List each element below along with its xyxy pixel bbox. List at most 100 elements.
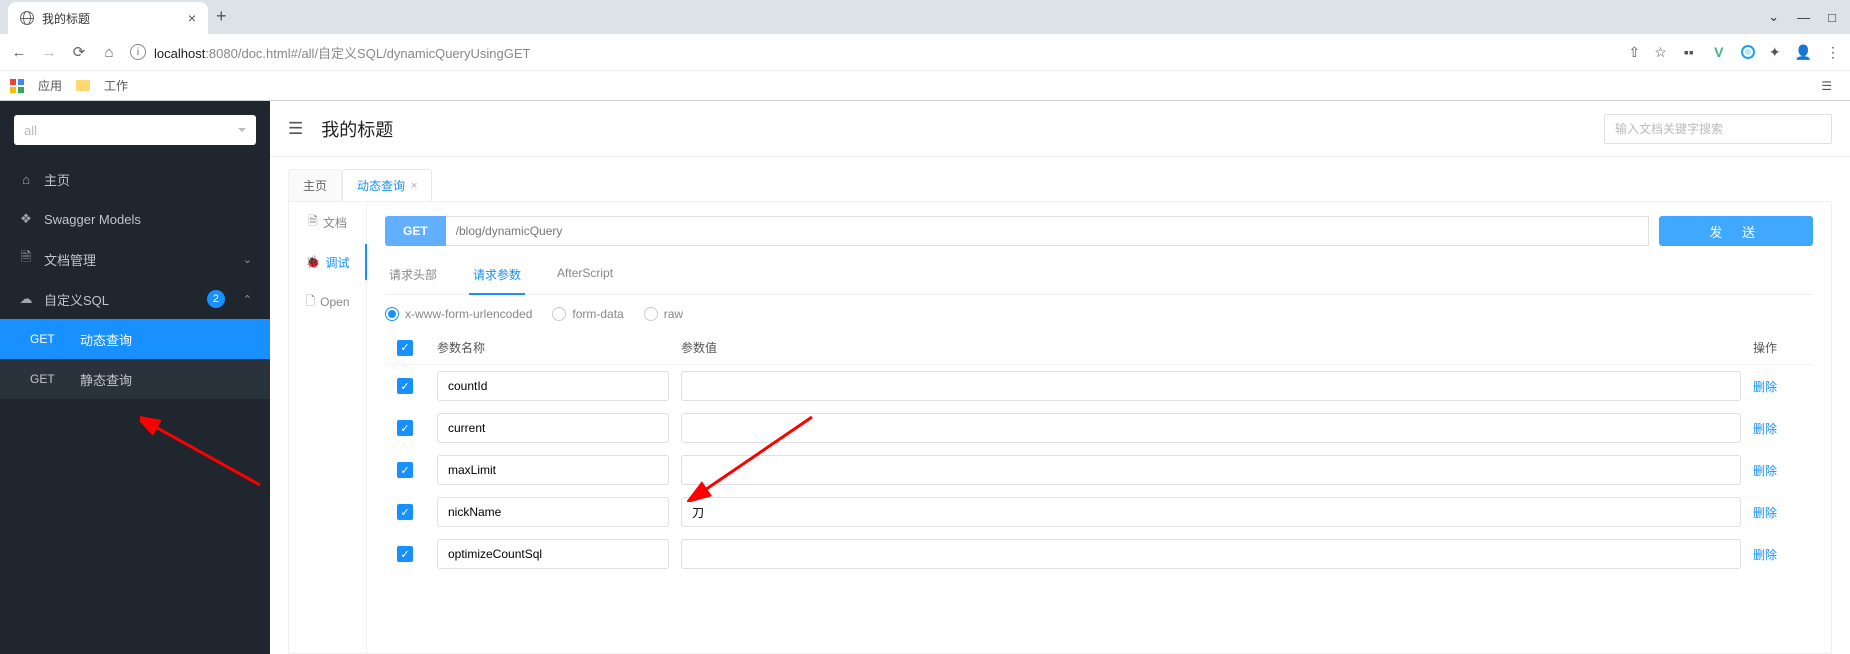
subtab-label: 调试 [325, 254, 349, 271]
param-value-input[interactable] [681, 455, 1741, 485]
forward-button[interactable]: → [40, 44, 58, 61]
globe-icon [20, 11, 34, 25]
subtab-label: Open [320, 295, 349, 309]
home-icon: ⌂ [18, 172, 34, 187]
sidebar-item-custom-sql[interactable]: ☁ 自定义SQL 2 ⌃ [0, 279, 270, 319]
url-text: localhost:8080/doc.html#/all/自定义SQL/dyna… [154, 43, 530, 62]
browser-tab[interactable]: 我的标题 × [8, 2, 208, 34]
radio-formdata[interactable]: form-data [552, 307, 623, 321]
checkbox-all[interactable] [397, 340, 413, 356]
send-button[interactable]: 发 送 [1659, 216, 1813, 246]
param-value-input[interactable] [681, 413, 1741, 443]
param-name-input[interactable] [437, 371, 669, 401]
sidebar-item-label: 文档管理 [44, 250, 96, 269]
menu-icon[interactable]: ⋮ [1826, 44, 1840, 61]
close-icon[interactable]: × [411, 180, 417, 192]
window-controls: ⌄ ― □ [1754, 0, 1850, 34]
http-method: GET [30, 332, 62, 346]
row-checkbox[interactable] [397, 378, 413, 394]
subtab-open[interactable]: 🗋 Open [289, 282, 366, 322]
home-button[interactable]: ⌂ [100, 44, 118, 61]
info-icon[interactable]: i [130, 44, 146, 60]
col-header-name: 参数名称 [437, 339, 669, 356]
open-icon: 🗋 [305, 292, 315, 313]
maximize-icon[interactable]: □ [1828, 10, 1836, 25]
tab-label: 主页 [303, 177, 327, 194]
param-value-input[interactable] [681, 539, 1741, 569]
param-value-input[interactable] [681, 371, 1741, 401]
delete-link[interactable]: 删除 [1753, 380, 1777, 394]
apps-label[interactable]: 应用 [38, 77, 62, 94]
row-checkbox[interactable] [397, 504, 413, 520]
count-badge: 2 [207, 290, 225, 308]
tab-label: 动态查询 [357, 177, 405, 194]
new-tab-button[interactable]: + [216, 6, 227, 29]
content-panel: GET 发 送 请求头部 请求参数 AfterScript x-www-form… [367, 202, 1831, 653]
extension-circle-icon[interactable] [1741, 45, 1755, 59]
chevron-down-icon[interactable]: ⌄ [1768, 9, 1779, 25]
row-checkbox[interactable] [397, 420, 413, 436]
tab-dynamic-query[interactable]: 动态查询 × [342, 169, 432, 201]
delete-link[interactable]: 删除 [1753, 506, 1777, 520]
http-method: GET [30, 372, 62, 386]
reading-list-icon[interactable]: ☰ [1821, 79, 1840, 93]
group-dropdown-label: all [24, 123, 37, 138]
group-dropdown[interactable]: all [14, 115, 256, 145]
param-name-input[interactable] [437, 413, 669, 443]
col-header-action: 操作 [1753, 339, 1813, 356]
minimize-icon[interactable]: ― [1797, 10, 1810, 25]
sidebar-item-label: 自定义SQL [44, 290, 109, 309]
delete-link[interactable]: 删除 [1753, 548, 1777, 562]
apps-icon[interactable] [10, 79, 24, 93]
doc-icon: 🗎 [18, 248, 34, 270]
delete-link[interactable]: 删除 [1753, 464, 1777, 478]
subtab-debug[interactable]: 🐞 调试 [289, 242, 366, 282]
sidebar: all ⌂ 主页 ❖ Swagger Models 🗎 文档管理 ⌄ ☁ 自定义… [0, 101, 270, 654]
radio-raw[interactable]: raw [644, 307, 683, 321]
bookmark-star-icon[interactable]: ☆ [1654, 44, 1667, 61]
folder-icon[interactable] [76, 80, 90, 91]
param-value-input[interactable] [681, 497, 1741, 527]
row-checkbox[interactable] [397, 546, 413, 562]
param-name-input[interactable] [437, 539, 669, 569]
tabs-row: 主页 动态查询 × [270, 169, 1850, 201]
browser-chrome: 我的标题 × + ⌄ ― □ ← → ⟳ ⌂ i localhost:8080/… [0, 0, 1850, 101]
bookmarks-bar: 应用 工作 ☰ [0, 70, 1850, 100]
back-button[interactable]: ← [10, 44, 28, 61]
bug-icon: 🐞 [306, 255, 321, 269]
search-input[interactable] [1604, 114, 1832, 144]
tab-strip: 我的标题 × + ⌄ ― □ [0, 0, 1850, 34]
share-icon[interactable]: ⇧ [1629, 44, 1641, 61]
param-name-input[interactable] [437, 455, 669, 485]
sidebar-subitem-static-query[interactable]: GET 静态查询 [0, 359, 270, 399]
inner-tab-afterscript[interactable]: AfterScript [553, 260, 617, 294]
tab-home[interactable]: 主页 [288, 169, 342, 201]
subtab-doc[interactable]: 🗎 文档 [289, 202, 366, 242]
vue-devtools-icon[interactable]: V [1711, 44, 1727, 60]
extensions-puzzle-icon[interactable]: ✦ [1769, 44, 1781, 61]
inner-tab-params[interactable]: 请求参数 [469, 260, 525, 295]
sidebar-toggle-icon[interactable]: ☰ [288, 119, 303, 139]
http-method-badge: GET [385, 216, 446, 246]
sidebar-subitem-dynamic-query[interactable]: GET 动态查询 [0, 319, 270, 359]
extension-icon[interactable]: ▪▪ [1681, 44, 1697, 60]
browser-toolbar: ← → ⟳ ⌂ i localhost:8080/doc.html#/all/自… [0, 34, 1850, 70]
sidebar-item-home[interactable]: ⌂ 主页 [0, 159, 270, 199]
delete-link[interactable]: 删除 [1753, 422, 1777, 436]
sidebar-item-swagger-models[interactable]: ❖ Swagger Models [0, 199, 270, 239]
profile-avatar-icon[interactable]: 👤 [1795, 44, 1812, 61]
address-bar[interactable]: i localhost:8080/doc.html#/all/自定义SQL/dy… [130, 43, 1617, 62]
sidebar-item-doc-manage[interactable]: 🗎 文档管理 ⌄ [0, 239, 270, 279]
request-row: GET 发 送 [385, 216, 1813, 246]
body-type-radio-group: x-www-form-urlencoded form-data raw [385, 307, 1813, 321]
radio-urlencoded[interactable]: x-www-form-urlencoded [385, 307, 532, 321]
sidebar-item-label: 主页 [44, 170, 70, 189]
bookmark-work[interactable]: 工作 [104, 77, 128, 94]
request-url-input[interactable] [446, 216, 1650, 246]
reload-button[interactable]: ⟳ [70, 43, 88, 61]
param-name-input[interactable] [437, 497, 669, 527]
inner-tab-headers[interactable]: 请求头部 [385, 260, 441, 294]
row-checkbox[interactable] [397, 462, 413, 478]
main-panel: ☰ 我的标题 主页 动态查询 × 🗎 文档 🐞 [270, 101, 1850, 654]
close-icon[interactable]: × [188, 10, 196, 26]
